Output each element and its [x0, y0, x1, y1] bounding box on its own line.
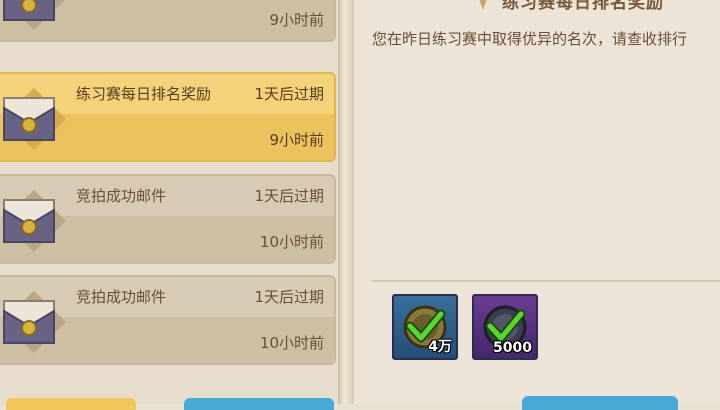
- envelope-icon: [2, 190, 66, 252]
- reward-quantity: 5000: [493, 340, 532, 356]
- detail-title: 练习赛每日排名奖励: [502, 0, 664, 13]
- reward-item-gold[interactable]: 4万: [392, 294, 458, 360]
- mail-expire: 1天后过期: [254, 85, 324, 103]
- mail-item[interactable]: 9小时前: [0, 0, 336, 42]
- reward-quantity: 4万: [428, 339, 452, 355]
- bottom-middle-button[interactable]: [184, 398, 334, 410]
- mail-detail-panel: 练习赛每日排名奖励 您在昨日练习赛中取得优异的名次，请查收排行 4万 5000: [354, 0, 720, 404]
- mail-item[interactable]: 竞拍成功邮件 1天后过期 10小时前: [0, 174, 336, 264]
- ornament-icon: [479, 0, 487, 10]
- envelope-icon: [2, 88, 66, 150]
- claim-button[interactable]: [522, 396, 678, 410]
- mail-time: 10小时前: [259, 233, 324, 251]
- mail-title: 练习赛每日排名奖励: [76, 85, 212, 103]
- envelope-icon: [2, 291, 66, 353]
- mail-time: 9小时前: [269, 11, 324, 29]
- mail-expire: 1天后过期: [254, 288, 324, 306]
- mail-time: 10小时前: [259, 334, 324, 352]
- mail-time: 9小时前: [269, 131, 324, 149]
- mail-list: 9小时前 练习赛每日排名奖励 1天后过期 9小时前 竞拍成功邮件 1天后过期 1…: [0, 0, 338, 410]
- reward-item-gem[interactable]: 5000: [472, 294, 538, 360]
- detail-body: 您在昨日练习赛中取得优异的名次，请查收排行: [372, 30, 688, 48]
- mail-item[interactable]: 竞拍成功邮件 1天后过期 10小时前: [0, 275, 336, 365]
- mail-expire: 1天后过期: [254, 187, 324, 205]
- envelope-icon: [3, 0, 65, 30]
- mail-item-selected[interactable]: 练习赛每日排名奖励 1天后过期 9小时前: [0, 72, 336, 162]
- bottom-left-button[interactable]: [6, 398, 136, 410]
- mail-title: 竞拍成功邮件: [76, 187, 167, 205]
- divider-line: [372, 280, 720, 282]
- mail-title: 竞拍成功邮件: [76, 288, 167, 306]
- panel-divider: [338, 0, 354, 404]
